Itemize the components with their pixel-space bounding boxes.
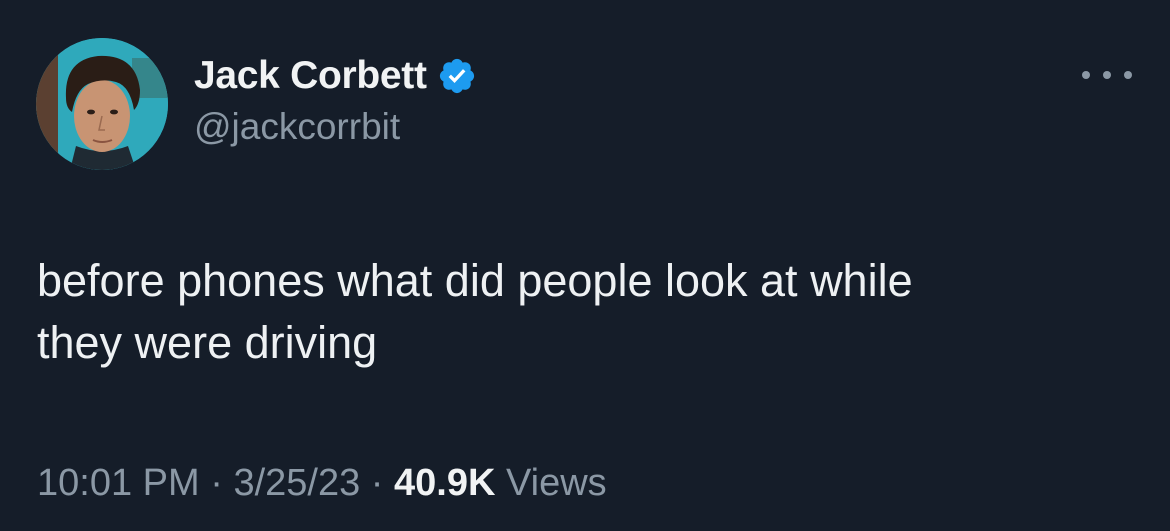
tweet-card: Jack Corbett @jackcorrbit before phones … <box>0 0 1170 531</box>
more-horizontal-icon <box>1124 71 1132 79</box>
more-horizontal-icon <box>1103 71 1111 79</box>
tweet-text: before phones what did people look at wh… <box>37 255 913 368</box>
verified-badge-icon <box>437 56 477 96</box>
display-name[interactable]: Jack Corbett <box>194 54 427 98</box>
avatar-photo <box>36 38 168 170</box>
meta-separator: · <box>360 462 395 504</box>
meta-separator: · <box>199 462 234 504</box>
author-block: Jack Corbett @jackcorrbit <box>194 52 477 148</box>
avatar[interactable] <box>36 38 168 170</box>
views-count[interactable]: 40.9K <box>394 462 495 505</box>
tweet-date[interactable]: 3/25/23 <box>233 462 360 505</box>
user-handle[interactable]: @jackcorrbit <box>194 106 477 148</box>
tweet-time[interactable]: 10:01 PM <box>37 462 200 505</box>
tweet-meta: 10:01 PM · 3/25/23 · 40.9K Views <box>37 462 607 505</box>
name-row: Jack Corbett <box>194 52 477 100</box>
more-horizontal-icon <box>1082 71 1090 79</box>
views-label: Views <box>495 462 607 504</box>
more-options-button[interactable] <box>1082 60 1132 90</box>
